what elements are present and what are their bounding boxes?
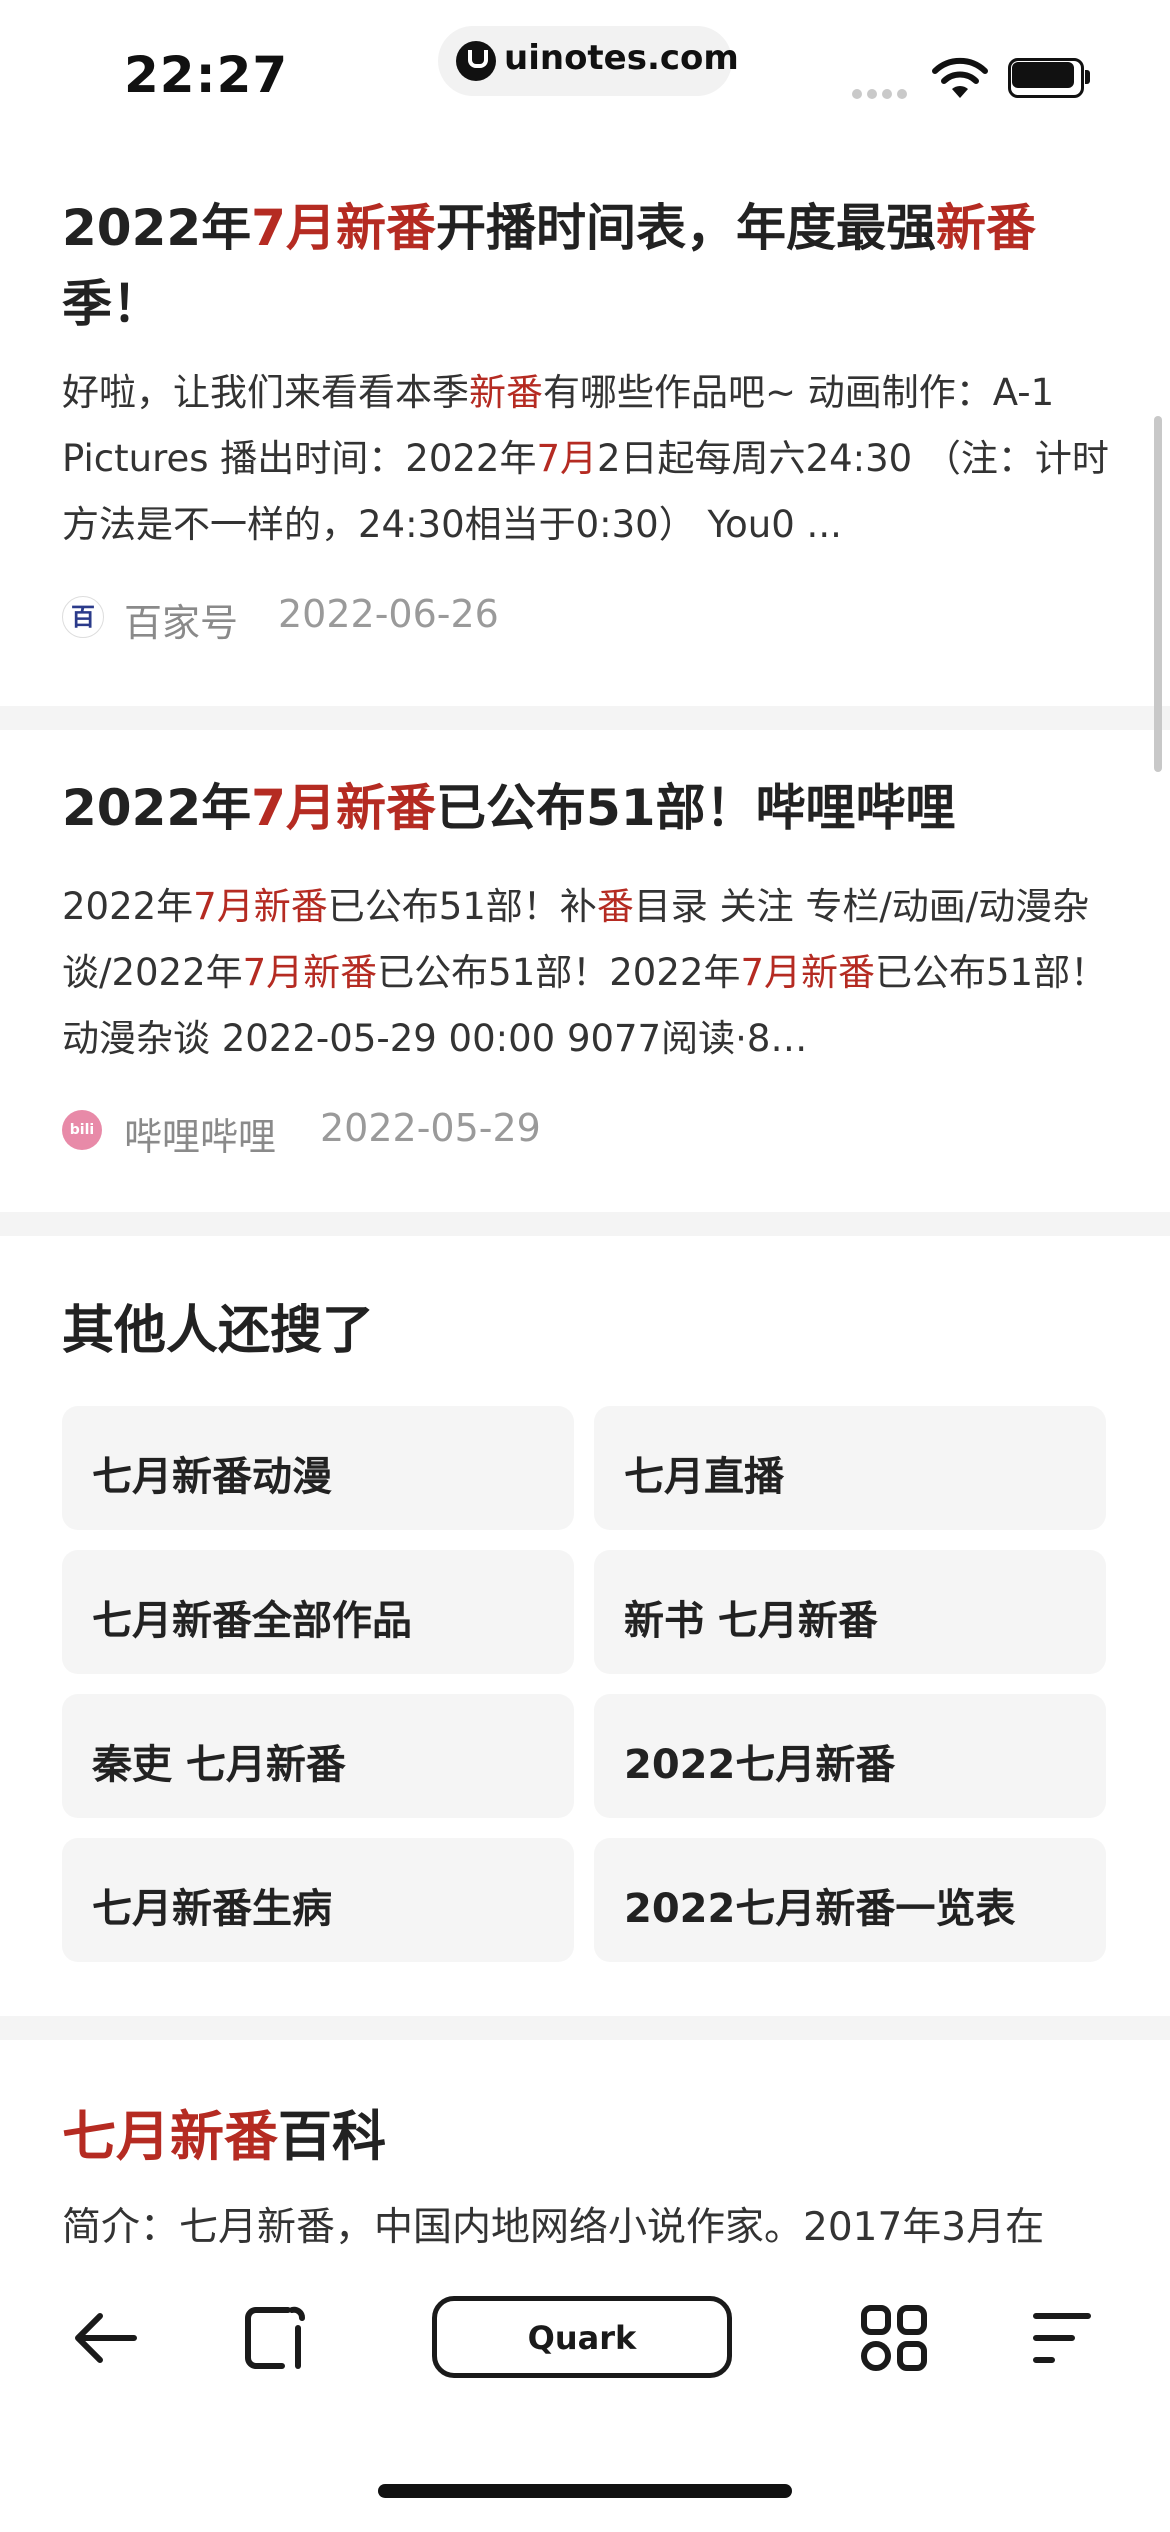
result-title[interactable]: 2022年7月新番已公布51部！哔哩哔哩 <box>62 770 1122 846</box>
chip-label: 七月直播 <box>624 1454 784 1500</box>
back-arrow-icon[interactable] <box>66 2298 146 2378</box>
related-chip[interactable]: 七月直播 <box>594 1406 1106 1530</box>
url-pill[interactable]: uinotes.com <box>438 26 739 96</box>
quark-label: Quark <box>527 2319 637 2357</box>
text-segment: 2022年 <box>62 779 252 837</box>
quark-button[interactable]: Quark <box>432 2296 732 2378</box>
baike-snippet: 简介：七月新番，中国内地网络小说作家。2017年3月在 <box>62 2205 1045 2250</box>
result-snippet: 好啦，让我们来看看本季新番有哪些作品吧~ 动画制作：A-1 Pictures 播… <box>62 360 1122 558</box>
divider <box>0 1212 1170 1236</box>
text-segment: 已公布51部！2022年 <box>377 951 741 994</box>
baike-title-highlight: 七月新番 <box>62 2105 278 2168</box>
result-snippet: 2022年7月新番已公布51部！补番目录 关注 专栏/动画/动漫杂谈/2022年… <box>62 874 1122 1072</box>
divider <box>0 2016 1170 2040</box>
text-segment: 季！ <box>62 275 162 333</box>
related-chip[interactable]: 七月新番生病 <box>62 1838 574 1962</box>
text-segment: 2022年 <box>62 199 252 257</box>
related-chip[interactable]: 2022七月新番 <box>594 1694 1106 1818</box>
search-result-1[interactable]: 2022年7月新番开播时间表，年度最强新番季！ 好啦，让我们来看看本季新番有哪些… <box>0 140 1170 706</box>
related-chip[interactable]: 秦吏 七月新番 <box>62 1694 574 1818</box>
source-name: 百家号 <box>124 601 239 645</box>
source-date: 2022-05-29 <box>320 1106 541 1150</box>
text-segment: 已公布51部！补 <box>327 885 597 928</box>
keyword-highlight: 7月新番 <box>251 199 436 257</box>
chip-label: 新书 七月新番 <box>624 1598 878 1644</box>
battery-icon <box>1008 58 1090 98</box>
keyword-highlight: 7月新番 <box>740 951 875 994</box>
bilibili-icon: bili <box>62 1110 102 1150</box>
baike-title-rest: 百科 <box>278 2105 386 2168</box>
baike-title[interactable]: 七月新番百科 <box>62 2092 386 2171</box>
text-segment: 好啦，让我们来看看本季 <box>62 371 469 414</box>
related-chip[interactable]: 2022七月新番一览表 <box>594 1838 1106 1962</box>
chip-label: 2022七月新番一览表 <box>624 1886 1016 1932</box>
site-logo-icon <box>456 41 496 81</box>
keyword-highlight: 7月新番 <box>251 779 436 837</box>
signal-icon <box>852 84 914 99</box>
status-bar: 22:27 uinotes.com <box>0 0 1170 140</box>
source-date: 2022-06-26 <box>278 592 499 636</box>
scrollbar[interactable] <box>1154 416 1162 772</box>
search-result-2[interactable]: 2022年7月新番已公布51部！哔哩哔哩 2022年7月新番已公布51部！补番目… <box>0 730 1170 1212</box>
keyword-highlight: 番 <box>596 885 634 928</box>
status-time: 22:27 <box>124 46 289 104</box>
related-chip[interactable]: 七月新番全部作品 <box>62 1550 574 1674</box>
chip-label: 2022七月新番 <box>624 1742 896 1788</box>
source-name: 哔哩哔哩 <box>124 1115 277 1159</box>
text-segment: 开播时间表，年度最强 <box>435 199 936 257</box>
baidu-icon: 百 <box>62 596 104 638</box>
apps-grid-icon[interactable] <box>854 2298 934 2378</box>
text-segment: 已公布51部！哔哩哔哩 <box>435 779 956 837</box>
related-chip[interactable]: 七月新番动漫 <box>62 1406 574 1530</box>
keyword-highlight: 7月新番 <box>242 951 378 994</box>
chip-label: 七月新番动漫 <box>92 1454 332 1500</box>
divider <box>0 706 1170 730</box>
tabs-icon[interactable] <box>236 2298 316 2378</box>
keyword-highlight: 7月 <box>536 437 597 480</box>
chip-label: 七月新番生病 <box>92 1886 332 1932</box>
related-searches-title: 其他人还搜了 <box>62 1301 375 1361</box>
home-indicator[interactable] <box>378 2484 792 2498</box>
wifi-icon <box>932 57 988 98</box>
keyword-highlight: 新番 <box>469 371 543 414</box>
menu-icon[interactable] <box>1022 2298 1102 2378</box>
text-segment: 2022年 <box>62 885 194 928</box>
result-title[interactable]: 2022年7月新番开播时间表，年度最强新番季！ <box>62 190 1122 342</box>
chip-label: 七月新番全部作品 <box>92 1598 412 1644</box>
related-chip[interactable]: 新书 七月新番 <box>594 1550 1106 1674</box>
keyword-highlight: 新番 <box>935 199 1036 257</box>
keyword-highlight: 7月新番 <box>193 885 328 928</box>
chip-label: 秦吏 七月新番 <box>92 1742 346 1788</box>
url-text: uinotes.com <box>504 38 739 78</box>
